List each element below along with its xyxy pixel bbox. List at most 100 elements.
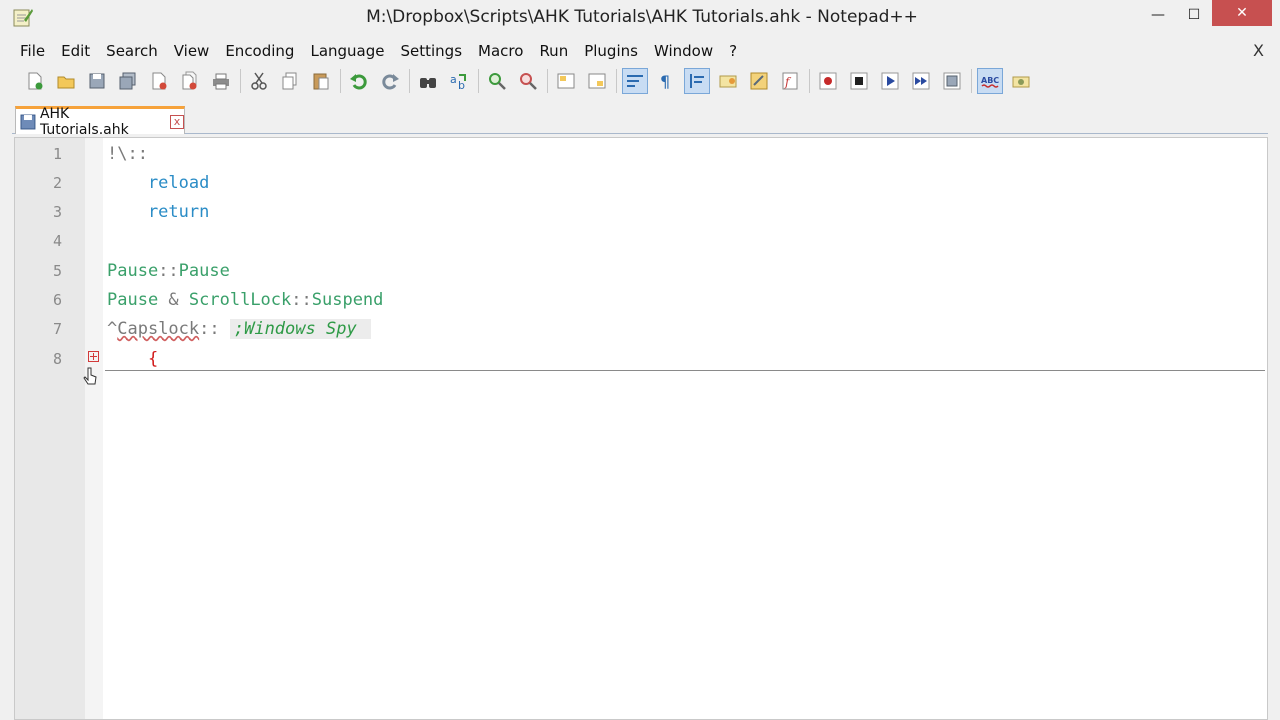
toolbar-separator — [547, 69, 548, 93]
code-text: Pause::Pause — [107, 261, 230, 281]
toolbar-separator — [971, 69, 972, 93]
record-macro-icon[interactable] — [815, 68, 841, 94]
menu-language[interactable]: Language — [302, 38, 392, 64]
code-token: :: — [291, 290, 312, 310]
menu-window[interactable]: Window — [646, 38, 721, 64]
close-window-button[interactable]: ✕ — [1212, 0, 1272, 26]
menu-bar: File Edit Search View Encoding Language … — [12, 38, 1268, 64]
code-text: return — [107, 202, 209, 222]
toolbar-separator — [340, 69, 341, 93]
menu-run[interactable]: Run — [531, 38, 576, 64]
code-editor[interactable]: 1 !\:: 2 reload 3 return 4 5 Pause::Pause 6 Paus… — [14, 137, 1268, 720]
menu-plugins[interactable]: Plugins — [576, 38, 646, 64]
paste-icon[interactable] — [308, 68, 334, 94]
toolbar-separator — [240, 69, 241, 93]
window-title: M:\Dropbox\Scripts\AHK Tutorials\AHK Tut… — [366, 7, 918, 27]
print-icon[interactable] — [208, 68, 234, 94]
title-bar: M:\Dropbox\Scripts\AHK Tutorials\AHK Tut… — [0, 0, 1280, 36]
menu-help[interactable]: ? — [721, 38, 745, 64]
line-number: 6 — [52, 291, 62, 309]
svg-text:a: a — [450, 73, 457, 86]
spellcheck-icon[interactable]: ABC — [977, 68, 1003, 94]
code-token: Capslock — [117, 319, 200, 340]
run-macro-multiple-icon[interactable] — [908, 68, 934, 94]
menu-search[interactable]: Search — [98, 38, 166, 64]
spellcheck-options-icon[interactable] — [1008, 68, 1034, 94]
sync-horizontal-icon[interactable] — [584, 68, 610, 94]
tab-label: AHK Tutorials.ahk — [39, 105, 129, 138]
show-all-chars-icon[interactable]: ¶ — [653, 68, 679, 94]
undo-icon[interactable] — [346, 68, 372, 94]
line-number: 2 — [52, 173, 62, 192]
redo-icon[interactable] — [377, 68, 403, 94]
save-macro-icon[interactable] — [939, 68, 965, 94]
tab-bar: AHK Tutorials.ahk x — [12, 104, 1268, 138]
code-line[interactable]: 6 Pause & ScrollLock::Suspend — [15, 286, 1267, 315]
code-token: :: — [158, 260, 179, 281]
code-text: ^Capslock:: ;Windows Spy — [107, 319, 371, 340]
line-number: 8 — [52, 349, 62, 368]
user-defined-lang-icon[interactable] — [715, 68, 741, 94]
menu-settings[interactable]: Settings — [393, 38, 471, 64]
zoom-out-icon[interactable] — [515, 68, 541, 94]
close-all-icon[interactable] — [177, 68, 203, 94]
code-line[interactable]: 5 Pause::Pause — [15, 256, 1267, 285]
new-file-icon[interactable] — [22, 68, 48, 94]
toolbar-separator — [409, 69, 410, 93]
menu-view[interactable]: View — [166, 38, 218, 64]
code-token: reload — [107, 172, 210, 193]
code-token: ScrollLock — [188, 290, 292, 310]
code-text: { — [107, 349, 158, 369]
code-text: Pause & ScrollLock::Suspend — [107, 290, 383, 310]
svg-text:b: b — [458, 79, 465, 91]
doc-map-icon[interactable] — [746, 68, 772, 94]
line-number: 7 — [52, 320, 62, 339]
tab-close-icon[interactable]: x — [170, 114, 184, 129]
code-line[interactable]: 8 { — [15, 344, 1267, 373]
word-wrap-icon[interactable] — [622, 68, 648, 94]
zoom-in-icon[interactable] — [484, 68, 510, 94]
minimize-button[interactable]: — — [1138, 0, 1178, 30]
toolbar-separator — [809, 69, 810, 93]
cut-icon[interactable] — [246, 68, 272, 94]
play-macro-icon[interactable] — [877, 68, 903, 94]
code-line[interactable]: 1 !\:: — [15, 139, 1267, 168]
line-number: 1 — [52, 144, 62, 163]
code-line[interactable]: 3 return — [15, 198, 1267, 227]
save-icon[interactable] — [84, 68, 110, 94]
close-icon[interactable] — [146, 68, 172, 94]
sync-vertical-icon[interactable] — [553, 68, 579, 94]
line-number: 3 — [52, 203, 62, 222]
menu-macro[interactable]: Macro — [470, 38, 531, 64]
saved-file-icon — [20, 114, 36, 129]
code-line[interactable]: 2 reload — [15, 168, 1267, 197]
menu-file[interactable]: File — [12, 38, 53, 64]
code-line[interactable]: 7 ^Capslock:: ;Windows Spy — [15, 315, 1267, 344]
function-list-icon[interactable]: f — [777, 68, 803, 94]
code-token: & — [168, 290, 189, 310]
open-file-icon[interactable] — [53, 68, 79, 94]
fold-expand-icon[interactable] — [88, 351, 99, 362]
svg-text:¶: ¶ — [660, 72, 670, 91]
tab-ahk-tutorials[interactable]: AHK Tutorials.ahk x — [15, 106, 185, 138]
code-line[interactable]: 4 — [15, 227, 1267, 256]
menu-edit[interactable]: Edit — [53, 38, 98, 64]
code-token: ;Windows Spy — [229, 319, 371, 340]
maximize-button[interactable]: ☐ — [1178, 0, 1210, 30]
replace-icon[interactable]: ab — [446, 68, 472, 94]
copy-icon[interactable] — [277, 68, 303, 94]
svg-text:ABC: ABC — [981, 76, 999, 85]
line-number: 5 — [52, 261, 62, 280]
code-token: :: — [199, 319, 230, 340]
find-icon[interactable] — [415, 68, 441, 94]
line-number: 4 — [52, 232, 62, 251]
toolbar: ab ¶ f ABC — [22, 66, 1039, 96]
save-all-icon[interactable] — [115, 68, 141, 94]
menu-encoding[interactable]: Encoding — [217, 38, 302, 64]
stop-record-icon[interactable] — [846, 68, 872, 94]
toolbar-separator — [616, 69, 617, 93]
indent-guide-icon[interactable] — [684, 68, 710, 94]
close-document-button[interactable]: X — [1253, 38, 1264, 64]
code-token: Suspend — [311, 290, 384, 310]
code-token: Pause — [107, 290, 169, 310]
